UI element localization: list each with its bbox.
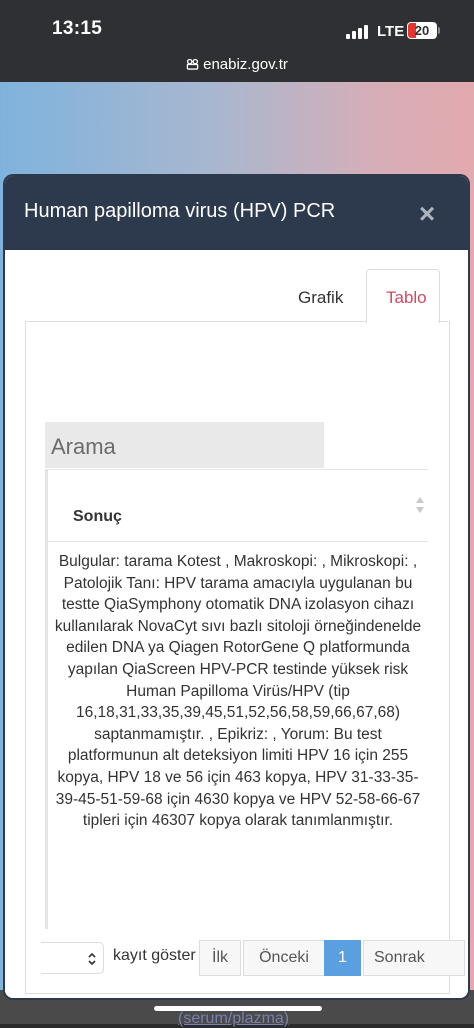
network-type: LTE [377,23,405,40]
search-label: Arama [51,434,116,459]
tab-tablo[interactable]: Tablo [386,288,427,308]
current-page-button[interactable]: 1 [324,940,361,976]
modal-header: Human papilloma virus (HPV) PCR × [5,176,468,250]
column-header-sonuc[interactable]: Sonuç [73,508,122,526]
page-size-select[interactable] [41,942,104,974]
battery-icon: 20 [407,22,437,39]
close-icon[interactable]: × [414,200,440,228]
next-page-button[interactable]: Sonrak [363,940,465,976]
home-indicator [154,1006,322,1011]
address-bar[interactable]: enabiz.gov.tr [0,52,474,82]
chevron-updown-icon [88,953,96,965]
results-table: Sonuç Bulgular: tarama Kotest , Makrosko… [45,469,428,929]
site-settings-icon [186,58,199,70]
clock: 13:15 [52,18,103,39]
background-link[interactable]: (serum/plazma) [178,1010,289,1028]
page-size-label: kayıt göster [113,947,196,964]
modal-body: Grafik Tablo Arama Sonuç Bulgular: taram… [5,250,468,998]
tab-grafik[interactable]: Grafik [298,288,343,308]
url-text: enabiz.gov.tr [203,56,288,73]
modal-title: Human papilloma virus (HPV) PCR [24,200,336,222]
search-input[interactable]: Arama [45,422,324,468]
status-bar: 13:15 LTE 20 [0,0,474,52]
sort-icon[interactable] [415,496,425,514]
table-row: Bulgular: tarama Kotest , Makroskopi: , … [54,553,422,830]
battery-tip [438,27,440,34]
table-footer: kayıt göster İlk Önceki 1 Sonrak [41,940,465,978]
first-page-button[interactable]: İlk [199,940,241,976]
battery-level: 20 [414,23,430,38]
table-header[interactable]: Sonuç [45,469,428,542]
signal-icon [346,25,372,39]
previous-page-button[interactable]: Önceki [243,940,325,976]
modal-dialog: Human papilloma virus (HPV) PCR × Grafik… [5,176,468,998]
